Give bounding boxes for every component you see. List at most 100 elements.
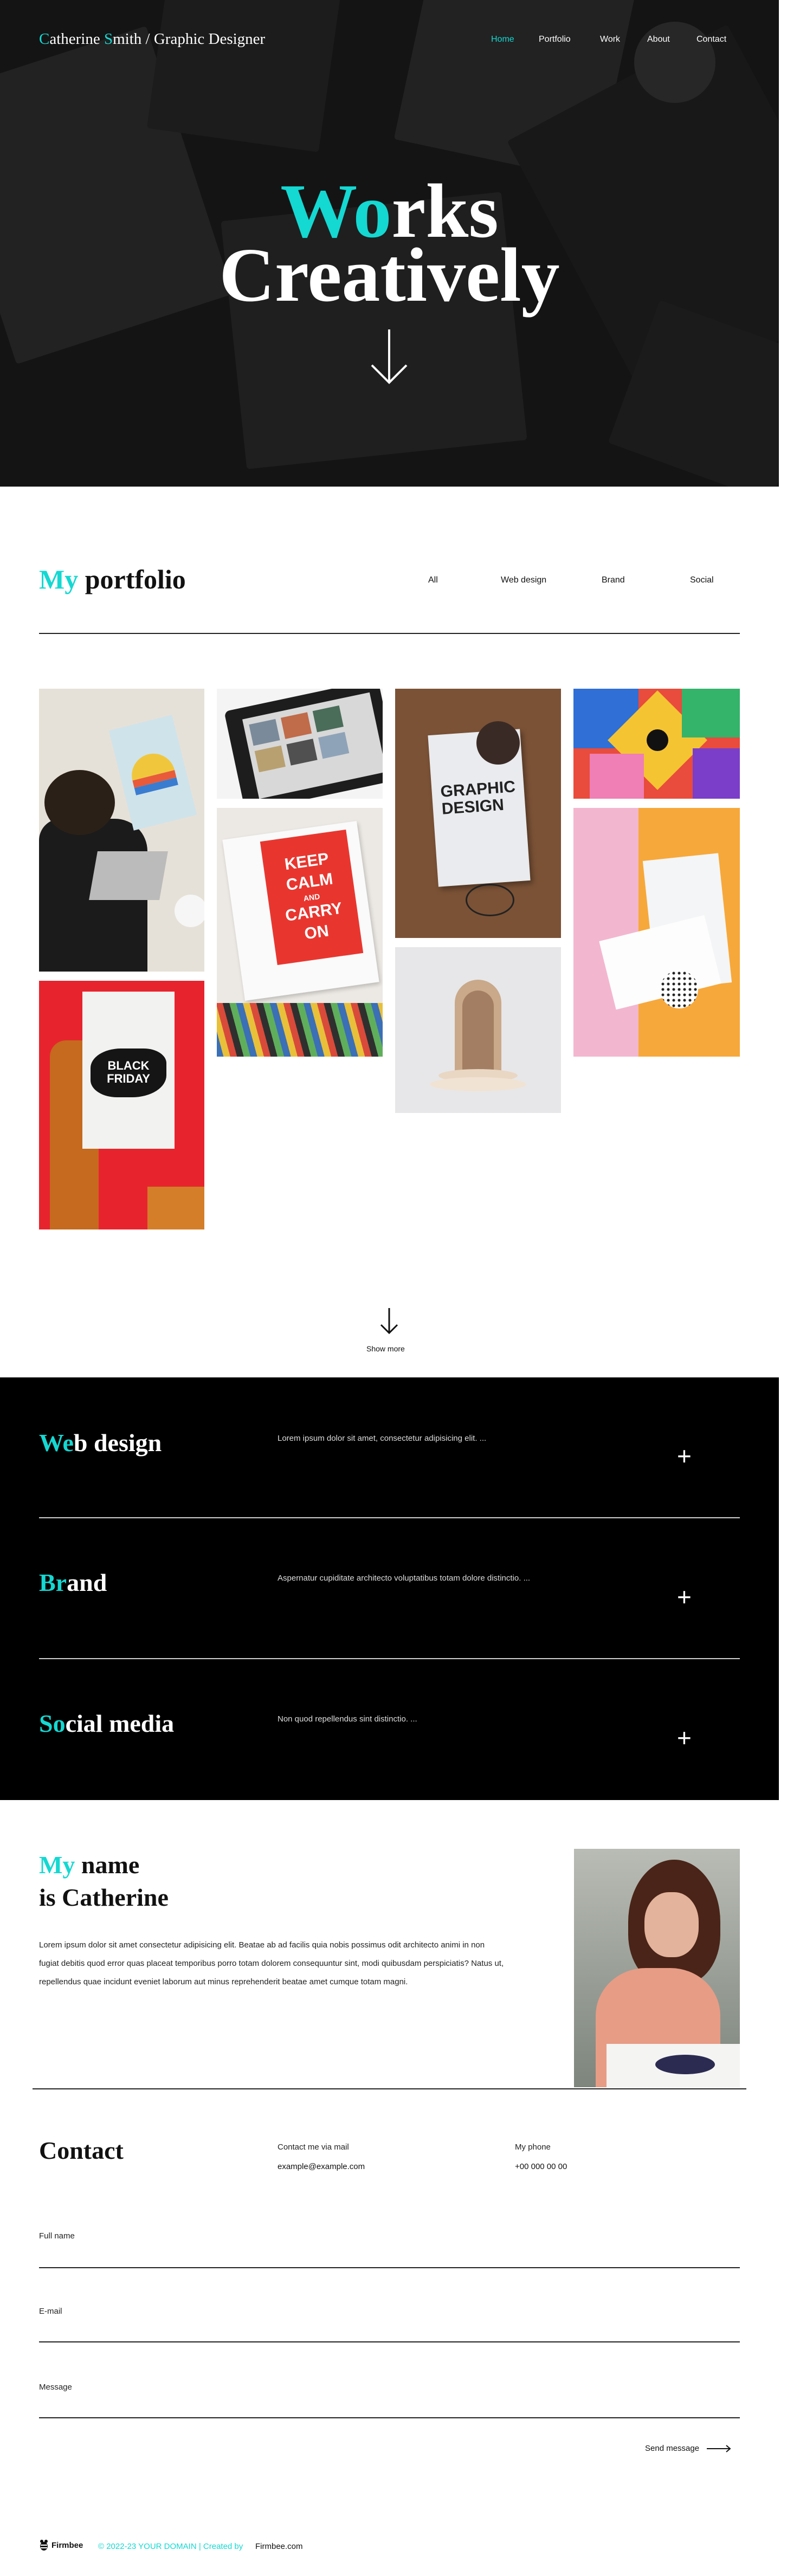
brand-surname-initial: S bbox=[104, 30, 113, 48]
message-field[interactable] bbox=[39, 2394, 740, 2417]
brand-initial: C bbox=[39, 30, 50, 48]
nav-work[interactable]: Work bbox=[600, 35, 620, 44]
pencils-shape bbox=[217, 1003, 383, 1057]
bf-line-1: BLACK bbox=[107, 1059, 150, 1072]
service-desc-web-design: Lorem ipsum dolor sit amet, consectetur … bbox=[278, 1434, 487, 1443]
portfolio-divider bbox=[39, 633, 740, 634]
full-name-label: Full name bbox=[39, 2231, 75, 2241]
arrow-down-icon[interactable] bbox=[370, 328, 409, 385]
cable-shape bbox=[466, 884, 514, 916]
contact-title: Contact bbox=[39, 2137, 124, 2164]
screen-thumb-4 bbox=[254, 745, 286, 773]
service-title-social-media[interactable]: Social media bbox=[39, 1709, 174, 1738]
phone-value[interactable]: +00 000 00 00 bbox=[515, 2162, 567, 2171]
email-label: E-mail bbox=[39, 2307, 62, 2316]
message-underline bbox=[39, 2417, 740, 2418]
service-3-rest: cial media bbox=[65, 1710, 175, 1737]
firmbee-logo[interactable]: Firmbee bbox=[39, 2539, 83, 2551]
arrow-right-icon bbox=[707, 2444, 731, 2452]
nav-about[interactable]: About bbox=[647, 35, 670, 44]
full-name-underline bbox=[39, 2267, 740, 2268]
service-divider bbox=[39, 1658, 740, 1659]
mail-label: Contact me via mail bbox=[278, 2143, 349, 2152]
dotted-circle bbox=[660, 970, 698, 1008]
mouse-shape bbox=[476, 721, 520, 765]
mail-value[interactable]: example@example.com bbox=[278, 2162, 365, 2171]
phone-label: My phone bbox=[515, 2143, 551, 2152]
message-label: Message bbox=[39, 2383, 72, 2392]
about-title: My name is Catherine bbox=[39, 1849, 169, 1914]
portrait-ink bbox=[655, 2055, 715, 2074]
envelope-cards-image[interactable] bbox=[573, 808, 740, 1057]
email-field[interactable] bbox=[39, 2319, 740, 2341]
nav-portfolio[interactable]: Portfolio bbox=[539, 35, 571, 44]
monitor-screens-image[interactable] bbox=[217, 689, 383, 799]
brand-first-name: atherine bbox=[49, 30, 104, 48]
site-brand[interactable]: Catherine Smith / Graphic Designer bbox=[39, 30, 265, 48]
service-divider bbox=[39, 1517, 740, 1518]
mural-shape-4 bbox=[590, 754, 644, 799]
filter-web-design[interactable]: Web design bbox=[501, 575, 546, 585]
person-head bbox=[44, 770, 115, 835]
screen-thumb-6 bbox=[318, 732, 350, 759]
book-cover-text: GRAPHIC DESIGN bbox=[440, 778, 517, 818]
black-friday-poster-image[interactable]: BLACK FRIDAY bbox=[39, 981, 204, 1229]
arch-inner bbox=[462, 991, 494, 1072]
about-title-accent: My bbox=[39, 1851, 75, 1879]
graphic-design-book-image[interactable]: GRAPHIC DESIGN bbox=[395, 689, 561, 938]
full-name-field[interactable] bbox=[39, 2243, 740, 2267]
screen-thumb-5 bbox=[286, 739, 318, 766]
service-2-rest: and bbox=[67, 1569, 107, 1596]
keep-calm-poster-image[interactable]: KEEP CALM AND CARRY ON bbox=[217, 808, 383, 1057]
portrait-image bbox=[574, 1849, 740, 2087]
hero-section: Catherine Smith / Graphic Designer Home … bbox=[0, 0, 779, 487]
laptop-shape bbox=[89, 851, 168, 900]
service-title-brand[interactable]: Brand bbox=[39, 1568, 107, 1597]
services-section: Web design Lorem ipsum dolor sit amet, c… bbox=[0, 1377, 779, 1800]
portrait-face bbox=[644, 1892, 699, 1957]
filter-social[interactable]: Social bbox=[690, 575, 714, 585]
about-title-rest: name bbox=[75, 1851, 140, 1879]
held-book bbox=[108, 715, 197, 831]
send-message-button[interactable]: Send message bbox=[645, 2444, 732, 2453]
service-desc-brand: Aspernatur cupiditate architecto volupta… bbox=[278, 1574, 531, 1583]
service-desc-social-media: Non quod repellendus sint distinctio. ..… bbox=[278, 1714, 417, 1724]
portfolio-title: My portfolio bbox=[39, 564, 186, 595]
bee-icon bbox=[40, 2540, 48, 2551]
bf-line-2: FRIDAY bbox=[107, 1072, 150, 1085]
about-title-line2: is Catherine bbox=[39, 1883, 169, 1911]
filter-brand[interactable]: Brand bbox=[602, 575, 625, 585]
cup-shape bbox=[175, 895, 204, 927]
brand-rest: mith / Graphic Designer bbox=[113, 30, 266, 48]
screen-thumb-3 bbox=[312, 705, 344, 733]
expand-plus-icon[interactable]: + bbox=[677, 1584, 692, 1609]
nav-home[interactable]: Home bbox=[491, 35, 514, 44]
expand-plus-icon[interactable]: + bbox=[677, 1725, 692, 1750]
book-line-2: DESIGN bbox=[441, 795, 505, 818]
person-laptop-image[interactable] bbox=[39, 689, 204, 972]
nav-contact[interactable]: Contact bbox=[696, 35, 726, 44]
send-message-label: Send message bbox=[645, 2444, 700, 2453]
service-1-accent: We bbox=[39, 1429, 74, 1457]
mural-shape-5 bbox=[693, 748, 740, 799]
show-more-arrow-icon[interactable] bbox=[379, 1307, 399, 1335]
colorful-mural-image[interactable] bbox=[573, 689, 740, 799]
firmbee-credit-link[interactable]: Firmbee.com bbox=[255, 2542, 303, 2551]
mural-shape-3 bbox=[682, 689, 740, 737]
about-divider bbox=[33, 2088, 746, 2089]
expand-plus-icon[interactable]: + bbox=[677, 1444, 692, 1468]
service-2-accent: Br bbox=[39, 1569, 67, 1596]
show-more-link[interactable]: Show more bbox=[366, 1344, 405, 1353]
copyright-text: © 2022-23 YOUR DOMAIN | Created by bbox=[98, 2542, 243, 2551]
mural-eye bbox=[647, 729, 668, 751]
screen-thumb-2 bbox=[280, 712, 312, 739]
email-underline bbox=[39, 2341, 740, 2342]
black-friday-poster: BLACK FRIDAY bbox=[91, 1048, 166, 1097]
arch-sculpture-image[interactable] bbox=[395, 947, 561, 1113]
filter-all[interactable]: All bbox=[428, 575, 438, 585]
service-title-web-design[interactable]: Web design bbox=[39, 1428, 162, 1457]
portfolio-title-rest: portfolio bbox=[78, 564, 186, 594]
keep-calm-poster: KEEP CALM AND CARRY ON bbox=[260, 829, 364, 966]
footer-logo-text: Firmbee bbox=[51, 2540, 83, 2550]
sleeve-shape bbox=[147, 1187, 204, 1229]
